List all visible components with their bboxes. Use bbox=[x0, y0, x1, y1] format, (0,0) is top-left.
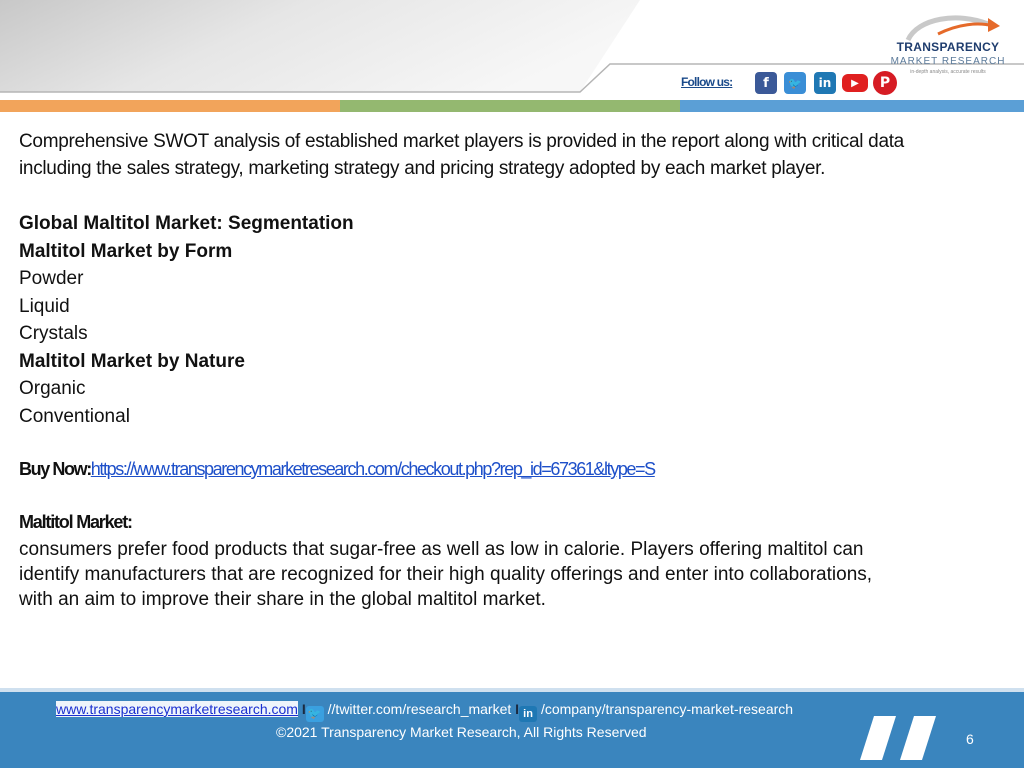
form-item-crystals: Crystals bbox=[19, 323, 88, 344]
intro-line-2: including the sales strategy, marketing … bbox=[19, 158, 826, 179]
footer-linkedin-icon[interactable]: in bbox=[519, 706, 538, 722]
page-number: 6 bbox=[966, 731, 974, 747]
logo-tagline: in-depth analysis, accurate results bbox=[910, 69, 986, 75]
pinterest-icon[interactable]: P bbox=[873, 71, 897, 95]
market-line-3: with an aim to improve their share in th… bbox=[19, 589, 546, 610]
follow-us-label: Follow us: bbox=[681, 75, 733, 89]
header-stripe-blue bbox=[680, 100, 1024, 112]
buy-now-link[interactable]: https://www.transparencymarketresearch.c… bbox=[91, 459, 656, 479]
footer-slash-decoration bbox=[860, 716, 936, 760]
buy-now-label: Buy Now: bbox=[19, 459, 92, 479]
nature-item-conventional: Conventional bbox=[19, 405, 130, 427]
footer-site-link[interactable]: www.transparencymarketresearch.com bbox=[56, 701, 298, 717]
nature-item-organic: Organic bbox=[19, 378, 86, 399]
by-nature-title: Maltitol Market by Nature bbox=[19, 350, 245, 372]
linkedin-icon[interactable]: in bbox=[814, 72, 836, 94]
footer-linkedin-link[interactable]: /company/transparency-market-research bbox=[541, 701, 793, 717]
intro-paragraph: Comprehensive SWOT analysis of establish… bbox=[19, 128, 1009, 182]
footer-twitter-icon[interactable]: 🐦 bbox=[305, 706, 324, 722]
buy-now-line: Buy Now:https://www.transparencymarketre… bbox=[19, 459, 656, 480]
youtube-icon[interactable]: ▶ bbox=[842, 74, 868, 92]
form-item-liquid: Liquid bbox=[19, 295, 70, 317]
header-stripe-orange bbox=[0, 100, 340, 112]
logo-swoosh-icon bbox=[905, 15, 1000, 42]
market-line-2: identify manufacturers that are recogniz… bbox=[19, 564, 873, 585]
segmentation-title: Global Maltitol Market: Segmentation bbox=[19, 213, 354, 234]
footer-links: www.transparencymarketresearch.com I 🐦 //… bbox=[56, 701, 793, 722]
copyright-text: ©2021 Transparency Market Research, All … bbox=[276, 724, 647, 740]
market-description: consumers prefer food products that suga… bbox=[19, 537, 1009, 612]
twitter-icon[interactable]: 🐦 bbox=[784, 72, 806, 94]
facebook-icon[interactable]: f bbox=[755, 72, 777, 94]
by-form-title: Maltitol Market by Form bbox=[19, 240, 233, 262]
company-logo: TRANSPARENCY MARKET RESEARCH in-depth an… bbox=[888, 12, 1008, 92]
header-stripe-green bbox=[340, 100, 680, 112]
market-title: Maltitol Market: bbox=[19, 512, 133, 532]
header-gradient-background bbox=[0, 0, 1024, 100]
form-item-powder: Powder bbox=[19, 268, 84, 289]
market-line-1: consumers prefer food products that suga… bbox=[19, 539, 864, 560]
header: TRANSPARENCY MARKET RESEARCH in-depth an… bbox=[0, 0, 1024, 100]
logo-brand-text: TRANSPARENCY bbox=[896, 40, 1000, 54]
footer-twitter-link[interactable]: //twitter.com/research_market bbox=[328, 701, 512, 717]
segmentation-section: Global Maltitol Market: Segmentation Mal… bbox=[19, 210, 354, 430]
intro-line-1: Comprehensive SWOT analysis of establish… bbox=[19, 131, 904, 152]
logo-sub-text: MARKET RESEARCH bbox=[890, 56, 1006, 67]
